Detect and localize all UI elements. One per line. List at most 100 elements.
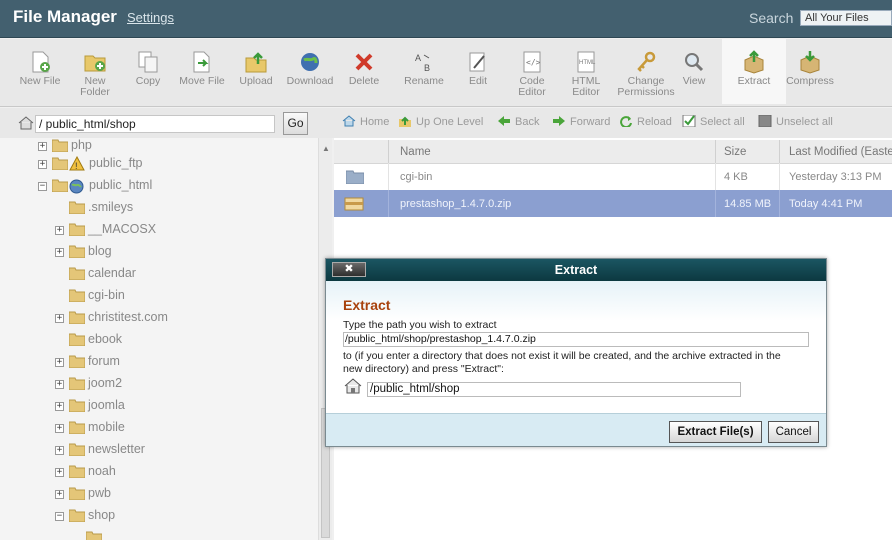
- reload-label: Reload: [637, 116, 672, 128]
- expand-icon[interactable]: +: [55, 468, 64, 477]
- file-modified: Yesterday 3:13 PM: [789, 171, 882, 183]
- close-button[interactable]: ✖: [332, 262, 366, 277]
- home-link[interactable]: Home: [342, 115, 389, 128]
- copy-icon: [138, 51, 158, 73]
- path-input[interactable]: / public_html/shop: [35, 115, 275, 133]
- code-editor-label-2: Editor: [518, 86, 546, 98]
- column-divider: [715, 140, 716, 164]
- search-scope-select[interactable]: All Your Files: [800, 10, 892, 26]
- up-one-level-label: Up One Level: [416, 116, 484, 128]
- delete-icon: [355, 53, 373, 71]
- destination-path-input[interactable]: /public_html/shop: [367, 382, 741, 397]
- forward-label: Forward: [570, 116, 611, 128]
- upload-label: Upload: [239, 75, 273, 87]
- file-row[interactable]: cgi-bin 4 KB Yesterday 3:13 PM: [334, 163, 892, 190]
- home-nav-icon: [342, 115, 356, 127]
- tree-item-label: ebook: [88, 332, 123, 346]
- expand-icon[interactable]: +: [38, 160, 47, 169]
- dialog-titlebar: Extract: [326, 259, 826, 281]
- tree-item-label: forum: [88, 354, 120, 368]
- expand-icon[interactable]: +: [38, 142, 47, 151]
- go-button[interactable]: Go: [283, 112, 308, 135]
- tree-item-label: __MACOSX: [88, 222, 157, 236]
- top-header: File Manager Settings Search All Your Fi…: [0, 0, 892, 38]
- tree-item-label: php: [71, 138, 92, 152]
- folder-icon: [69, 201, 85, 214]
- up-level-icon: [399, 116, 411, 127]
- checkbox-empty-icon: [758, 115, 772, 127]
- row-divider: [388, 163, 389, 190]
- search-label: Search: [749, 10, 794, 26]
- cancel-button[interactable]: Cancel: [768, 421, 819, 443]
- rename-icon: AB: [415, 53, 430, 73]
- source-path-input[interactable]: /public_html/shop/prestashop_1.4.7.0.zip: [343, 332, 809, 347]
- view-label: View: [682, 75, 706, 87]
- row-divider: [715, 190, 716, 217]
- row-divider: [779, 190, 780, 217]
- up-one-level-link[interactable]: Up One Level: [398, 115, 483, 128]
- file-row-selected[interactable]: prestashop_1.4.7.0.zip 14.85 MB Today 4:…: [334, 190, 892, 217]
- column-name[interactable]: Name: [400, 146, 431, 158]
- scroll-up-icon[interactable]: ▲: [322, 144, 330, 153]
- column-last-modified[interactable]: Last Modified (Easter: [789, 146, 892, 158]
- tree-item-label: cgi-bin: [88, 288, 125, 302]
- folder-icon: [52, 139, 68, 152]
- expand-icon[interactable]: +: [55, 380, 64, 389]
- tree-item-label: joomla: [88, 398, 125, 412]
- unselect-all-label: Unselect all: [776, 116, 833, 128]
- svg-text:</>: </>: [526, 58, 541, 67]
- folder-icon: [69, 421, 85, 434]
- folder-icon: [69, 465, 85, 478]
- extract-info-line1: to (if you enter a directory that does n…: [343, 350, 781, 362]
- compress-button[interactable]: Compress: [778, 39, 842, 104]
- view-button[interactable]: View: [662, 39, 726, 104]
- back-label: Back: [515, 116, 540, 128]
- delete-button[interactable]: Delete: [332, 39, 396, 104]
- extract-files-button[interactable]: Extract File(s): [669, 421, 762, 443]
- extract-button[interactable]: Extract: [722, 39, 786, 104]
- folder-icon: [52, 157, 68, 170]
- expand-icon[interactable]: +: [55, 314, 64, 323]
- collapse-icon[interactable]: −: [38, 182, 47, 191]
- folder-tree: + php + ! public_ftp − public_html .smil…: [0, 138, 318, 540]
- unselect-all-link[interactable]: Unselect all: [758, 115, 833, 128]
- forward-link[interactable]: Forward: [552, 115, 610, 128]
- expand-icon[interactable]: +: [55, 402, 64, 411]
- expand-icon[interactable]: +: [55, 358, 64, 367]
- collapse-icon[interactable]: −: [55, 512, 64, 521]
- folder-icon: [69, 355, 85, 368]
- column-size[interactable]: Size: [724, 146, 746, 158]
- row-divider: [388, 190, 389, 217]
- magnifier-icon: [685, 53, 704, 72]
- expand-icon[interactable]: +: [55, 446, 64, 455]
- reload-link[interactable]: Reload: [619, 115, 672, 128]
- back-link[interactable]: Back: [497, 115, 539, 128]
- tree-item-label: pwb: [88, 486, 111, 500]
- dialog-footer: Extract File(s) Cancel: [326, 413, 826, 446]
- expand-icon[interactable]: +: [55, 490, 64, 499]
- move-file-label: Move File: [179, 75, 225, 87]
- checkbox-checked-icon: [682, 115, 696, 127]
- expand-icon[interactable]: +: [55, 248, 64, 257]
- copy-label: Copy: [135, 75, 161, 87]
- expand-icon[interactable]: +: [55, 226, 64, 235]
- download-label: Download: [286, 75, 334, 87]
- delete-label: Delete: [348, 75, 380, 87]
- svg-text:A: A: [415, 53, 421, 63]
- new-file-icon: [32, 51, 50, 73]
- select-all-link[interactable]: Select all: [682, 115, 745, 128]
- expand-icon[interactable]: +: [55, 424, 64, 433]
- extract-label: Extract: [737, 75, 771, 87]
- code-editor-icon: </>: [523, 51, 541, 73]
- folder-icon: [69, 377, 85, 390]
- forward-arrow-icon: [553, 116, 565, 126]
- tree-item-label: calendar: [88, 266, 136, 280]
- file-modified: Today 4:41 PM: [789, 198, 863, 210]
- svg-text:HTML: HTML: [579, 60, 596, 66]
- file-name: cgi-bin: [400, 171, 433, 183]
- column-divider: [388, 140, 389, 164]
- settings-link[interactable]: Settings: [127, 10, 174, 25]
- globe-icon: [69, 179, 84, 194]
- move-file-icon: [193, 51, 210, 73]
- folder-icon: [69, 311, 85, 324]
